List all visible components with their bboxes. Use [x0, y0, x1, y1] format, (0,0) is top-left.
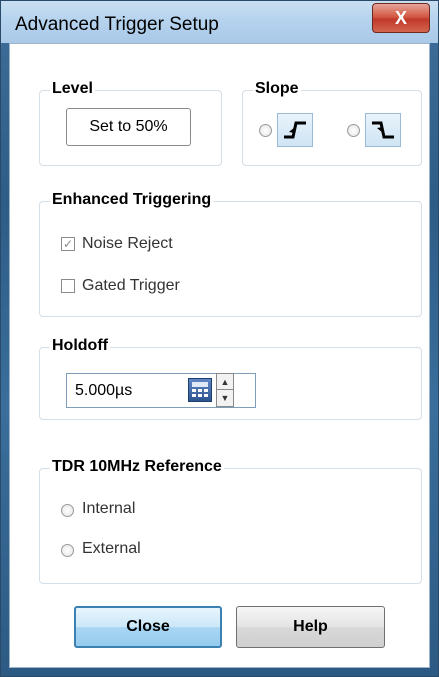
- holdoff-spinner[interactable]: ▲ ▼: [216, 373, 234, 407]
- slope-falling-button[interactable]: [365, 113, 401, 147]
- tdr-internal-radio[interactable]: [61, 504, 74, 517]
- title-bar[interactable]: Advanced Trigger Setup X: [1, 1, 438, 43]
- dialog-window: Advanced Trigger Setup X Level Set to 50…: [0, 0, 439, 677]
- slope-legend: Slope: [253, 80, 301, 98]
- tdr-external-radio[interactable]: [61, 544, 74, 557]
- dialog-client-area: Level Set to 50% Slope Enhanced Triggeri…: [9, 43, 430, 668]
- tdr-internal-label: Internal: [82, 500, 136, 517]
- holdoff-group: Holdoff 5.000µs ▲ ▼: [39, 337, 422, 420]
- slope-rising-button[interactable]: [277, 113, 313, 147]
- set-to-50-button[interactable]: Set to 50%: [66, 108, 191, 146]
- noise-reject-checkbox[interactable]: ✓: [61, 237, 75, 251]
- level-legend: Level: [50, 80, 95, 98]
- spin-down-icon[interactable]: ▼: [217, 390, 233, 406]
- gated-trigger-checkbox[interactable]: [61, 279, 75, 293]
- window-title: Advanced Trigger Setup: [15, 14, 219, 35]
- rising-edge-icon: [284, 121, 306, 139]
- close-window-button[interactable]: X: [372, 3, 430, 33]
- tdr-legend: TDR 10MHz Reference: [50, 458, 224, 476]
- calculator-icon[interactable]: [188, 378, 212, 402]
- slope-rising-radio[interactable]: [259, 124, 272, 137]
- close-button[interactable]: Close: [74, 606, 222, 648]
- slope-falling-radio[interactable]: [347, 124, 360, 137]
- noise-reject-label: Noise Reject: [82, 235, 173, 252]
- holdoff-legend: Holdoff: [50, 337, 110, 355]
- falling-edge-icon: [372, 121, 394, 139]
- tdr-reference-group: TDR 10MHz Reference Internal External: [39, 458, 422, 584]
- tdr-external-label: External: [82, 540, 141, 557]
- enhanced-triggering-group: Enhanced Triggering ✓ Noise Reject Gated…: [39, 191, 422, 317]
- help-button[interactable]: Help: [236, 606, 385, 648]
- enhanced-legend: Enhanced Triggering: [50, 191, 214, 209]
- slope-group: Slope: [242, 80, 422, 166]
- gated-trigger-label: Gated Trigger: [82, 277, 180, 294]
- level-group: Level Set to 50%: [39, 80, 222, 166]
- spin-up-icon[interactable]: ▲: [217, 374, 233, 390]
